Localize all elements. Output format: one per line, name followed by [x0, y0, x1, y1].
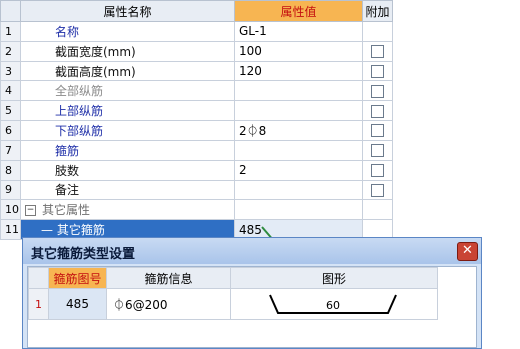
property-label: 全部纵筋	[55, 84, 104, 99]
property-value[interactable]: GL-1	[234, 21, 363, 42]
extra-checkbox[interactable]	[371, 84, 384, 98]
property-label: 备注	[55, 183, 80, 198]
property-name[interactable]: 截面宽度(mm)	[20, 40, 235, 62]
extra-cell[interactable]	[362, 120, 393, 141]
group-label: 其它属性	[42, 203, 91, 218]
stirrup-type-dialog: 其它箍筋类型设置 ✕ 箍筋图号 箍筋信息 图形 1 485 ⏀6@200 60	[22, 237, 482, 349]
grid-row[interactable]: 6 下部纵筋 2⏀8	[0, 120, 393, 141]
dialog-content: 箍筋图号 箍筋信息 图形 1 485 ⏀6@200 60	[27, 266, 477, 348]
grid-header-row: 属性名称 属性值 附加	[0, 0, 393, 22]
extra-checkbox[interactable]	[371, 104, 384, 118]
dialog-title: 其它箍筋类型设置	[31, 247, 136, 262]
stirrup-shape-header[interactable]: 图形	[230, 267, 438, 289]
row-number: 6	[0, 120, 21, 141]
row-number: 9	[0, 179, 21, 201]
property-name[interactable]: 下部纵筋	[20, 120, 235, 141]
extra-checkbox[interactable]	[371, 183, 384, 197]
property-value[interactable]	[234, 179, 363, 201]
extra-cell	[362, 21, 393, 42]
property-value[interactable]	[234, 80, 363, 102]
grid-row[interactable]: 3 截面高度(mm) 120	[0, 60, 393, 82]
property-name-header[interactable]: 属性名称	[20, 0, 235, 22]
stirrup-row[interactable]: 1 485 ⏀6@200 60	[28, 288, 438, 320]
property-value[interactable]	[234, 100, 363, 122]
stirrup-rownum-header	[28, 267, 49, 289]
property-name[interactable]: 肢数	[20, 159, 235, 181]
property-label: 名称	[55, 24, 80, 39]
property-name[interactable]: 全部纵筋	[20, 80, 235, 102]
row-number: 10	[0, 199, 21, 221]
stirrup-table: 箍筋图号 箍筋信息 图形 1 485 ⏀6@200 60	[28, 267, 438, 320]
property-label: 肢数	[55, 163, 80, 178]
extra-cell	[362, 199, 393, 221]
extra-cell[interactable]	[362, 159, 393, 181]
stirrup-shape-value: 60	[326, 299, 340, 312]
property-value[interactable]: 120	[234, 60, 363, 82]
grid-row[interactable]: 2 截面宽度(mm) 100	[0, 40, 393, 62]
extra-checkbox[interactable]	[371, 124, 384, 138]
grid-row[interactable]: 9 备注	[0, 179, 393, 201]
row-number: 7	[0, 139, 21, 161]
stirrup-code-header[interactable]: 箍筋图号	[48, 267, 107, 289]
stirrup-row-number: 1	[28, 288, 49, 320]
property-name[interactable]: 上部纵筋	[20, 100, 235, 122]
property-grid: 属性名称 属性值 附加 1 名称 GL-1 2 截面宽度(mm) 100 3 截面高度(mm)…	[0, 0, 393, 240]
extra-header[interactable]: 附加	[362, 0, 393, 22]
extra-checkbox[interactable]	[371, 45, 384, 59]
stirrup-header-row: 箍筋图号 箍筋信息 图形	[28, 267, 438, 289]
extra-checkbox[interactable]	[371, 164, 384, 178]
extra-cell[interactable]	[362, 40, 393, 62]
property-name[interactable]: 备注	[20, 179, 235, 201]
row-number: 4	[0, 80, 21, 102]
stirrup-code-cell[interactable]: 485	[48, 288, 107, 320]
row-number: 5	[0, 100, 21, 122]
row-number: 11	[0, 219, 21, 240]
extra-cell[interactable]	[362, 139, 393, 161]
stirrup-shape-cell[interactable]: 60	[230, 288, 438, 320]
grid-row[interactable]: 5 上部纵筋	[0, 100, 393, 122]
property-value[interactable]: 2	[234, 159, 363, 181]
stirrup-info-cell[interactable]: ⏀6@200	[106, 288, 231, 320]
property-value[interactable]: 100	[234, 40, 363, 62]
property-label: 箍筋	[55, 143, 80, 158]
row-number-header	[0, 0, 21, 22]
stirrup-shape-icon: 60	[269, 294, 397, 314]
extra-cell[interactable]	[362, 179, 393, 201]
property-name[interactable]: 箍筋	[20, 139, 235, 161]
row-number: 1	[0, 21, 21, 42]
stirrup-info-header[interactable]: 箍筋信息	[106, 267, 231, 289]
grid-row[interactable]: 1 名称 GL-1	[0, 21, 393, 42]
property-value-header[interactable]: 属性值	[234, 0, 363, 22]
extra-cell[interactable]	[362, 80, 393, 102]
property-label: 截面高度(mm)	[55, 64, 136, 79]
property-label: 截面宽度(mm)	[55, 44, 136, 59]
extra-checkbox[interactable]	[371, 144, 384, 158]
property-label: — 其它箍筋	[41, 223, 105, 238]
extra-checkbox[interactable]	[371, 65, 384, 79]
row-number: 3	[0, 60, 21, 82]
grid-row[interactable]: 4 全部纵筋	[0, 80, 393, 102]
dialog-titlebar[interactable]: 其它箍筋类型设置 ✕	[23, 238, 481, 264]
property-label: 上部纵筋	[55, 104, 104, 119]
extra-cell[interactable]	[362, 100, 393, 122]
property-value[interactable]	[234, 139, 363, 161]
property-name[interactable]: − 其它属性	[20, 199, 235, 221]
property-value[interactable]: 2⏀8	[234, 120, 363, 141]
collapse-toggle-icon[interactable]: −	[25, 205, 36, 217]
row-number: 8	[0, 159, 21, 181]
close-button[interactable]: ✕	[457, 242, 478, 261]
extra-cell[interactable]	[362, 60, 393, 82]
grid-row[interactable]: 10− 其它属性	[0, 199, 393, 221]
row-number: 2	[0, 40, 21, 62]
grid-row[interactable]: 7 箍筋	[0, 139, 393, 161]
property-name[interactable]: 名称	[20, 21, 235, 42]
property-value[interactable]	[234, 199, 363, 221]
property-label: 下部纵筋	[55, 123, 104, 138]
grid-row[interactable]: 8 肢数 2	[0, 159, 393, 181]
property-name[interactable]: 截面高度(mm)	[20, 60, 235, 82]
